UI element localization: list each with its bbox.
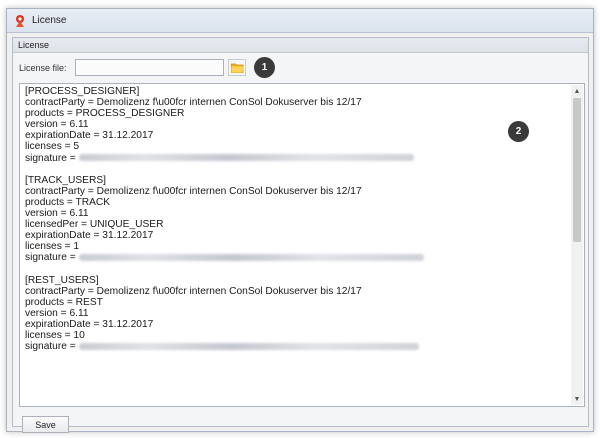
- track-licensed-per: licensedPer = UNIQUE_USER: [25, 219, 164, 231]
- license-text-area[interactable]: [PROCESS_DESIGNER] contractParty = Demol…: [19, 83, 585, 407]
- track-header: [TRACK_USERS]: [25, 174, 106, 186]
- process-version: version = 6.11: [25, 119, 89, 131]
- rest-version: version = 6.11: [25, 307, 89, 319]
- license-window: License License License file: 1 [PROCESS…: [6, 8, 594, 433]
- signature-blur: [78, 154, 414, 162]
- process-signature: signature =: [25, 152, 76, 164]
- callout-badge-1: 1: [254, 57, 275, 78]
- app-icon: [16, 14, 24, 27]
- window-title: License: [32, 15, 67, 26]
- save-button[interactable]: Save: [22, 416, 69, 433]
- license-panel: License License file: 1 [PROCESS_DESIGNE…: [12, 37, 589, 433]
- signature-blur: [78, 254, 424, 262]
- browse-button[interactable]: [228, 59, 246, 76]
- vertical-scrollbar[interactable]: ▲ ▼: [571, 85, 583, 405]
- track-expiration: expirationDate = 31.12.2017: [25, 230, 154, 242]
- rest-contract: contractParty = Demolizenz f\u00fcr inte…: [25, 285, 362, 297]
- scroll-up-icon[interactable]: ▲: [571, 85, 583, 97]
- license-file-label: License file:: [19, 62, 67, 73]
- scroll-down-icon[interactable]: ▼: [571, 393, 583, 405]
- rest-expiration: expirationDate = 31.12.2017: [25, 318, 154, 330]
- rest-products: products = REST: [25, 296, 103, 308]
- rest-header: [REST_USERS]: [25, 274, 99, 286]
- process-header: [PROCESS_DESIGNER]: [25, 86, 140, 97]
- track-products: products = TRACK: [25, 196, 111, 208]
- process-signature-line: signature =: [25, 153, 563, 164]
- scroll-thumb[interactable]: [573, 98, 581, 242]
- process-expiration: expirationDate = 31.12.2017: [25, 130, 154, 142]
- track-version: version = 6.11: [25, 208, 89, 220]
- license-file-input[interactable]: [75, 59, 224, 76]
- panel-header: License: [13, 38, 588, 53]
- track-contract: contractParty = Demolizenz f\u00fcr inte…: [25, 185, 362, 197]
- title-bar: License: [7, 9, 593, 33]
- process-contract: contractParty = Demolizenz f\u00fcr inte…: [25, 97, 362, 109]
- rest-licenses: licenses = 10: [25, 330, 85, 342]
- rest-signature: signature =: [25, 341, 76, 353]
- track-signature: signature =: [25, 252, 76, 264]
- process-licenses: licenses = 5: [25, 141, 80, 153]
- license-text-content: [PROCESS_DESIGNER] contractParty = Demol…: [25, 86, 563, 406]
- rest-signature-line: signature =: [25, 341, 563, 352]
- folder-icon: [230, 63, 243, 73]
- track-licenses: licenses = 1: [25, 241, 80, 253]
- track-signature-line: signature =: [25, 252, 563, 263]
- license-file-row: License file:: [19, 59, 246, 76]
- callout-badge-2: 2: [508, 121, 529, 142]
- signature-blur: [78, 342, 419, 350]
- process-products: products = PROCESS_DESIGNER: [25, 108, 185, 120]
